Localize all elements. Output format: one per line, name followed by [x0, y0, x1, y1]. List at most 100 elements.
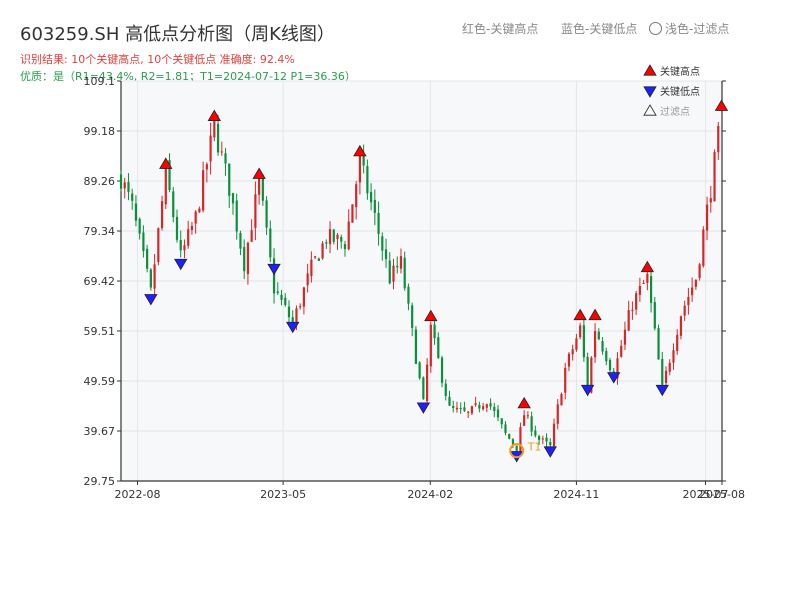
candle-body [336, 234, 339, 240]
candle-body [579, 325, 582, 338]
candle-body [261, 177, 264, 201]
candle-body [564, 367, 567, 393]
candle-body [265, 200, 268, 228]
candle-body [623, 329, 627, 345]
candle-body [463, 407, 466, 411]
candle-body [698, 264, 701, 278]
candle-body [459, 408, 462, 410]
candle-body [481, 406, 485, 410]
candle-body [452, 406, 455, 409]
candle-body [467, 411, 470, 413]
candle-body [157, 228, 160, 263]
y-tick-label: 79.34 [84, 225, 116, 238]
candle-body [358, 155, 362, 183]
candle-body [231, 193, 235, 204]
candle-body [396, 265, 399, 268]
candle-body [687, 296, 690, 306]
y-tick-label: 99.18 [84, 125, 116, 138]
candle-body [131, 193, 134, 201]
candle-body [392, 265, 395, 282]
candle-body [657, 328, 660, 360]
candle-body [702, 229, 705, 266]
candle-body [440, 357, 444, 383]
candle-body [258, 176, 261, 195]
candle-body [287, 306, 291, 318]
candle-body [164, 162, 167, 205]
candle-body [571, 349, 574, 355]
y-tick-label: 49.59 [84, 375, 116, 388]
legend-high-label: 关键高点 [660, 65, 700, 78]
candle-body [448, 396, 451, 406]
candle-body [209, 135, 212, 162]
candle-body [310, 259, 313, 277]
candle-body [433, 324, 436, 339]
candle-body [220, 151, 223, 153]
candle-body [235, 200, 238, 232]
candle-body [250, 230, 253, 242]
candle-body [653, 302, 656, 329]
candle-body [605, 351, 608, 362]
candle-body [284, 297, 287, 305]
candle-body [134, 203, 138, 221]
candle-body [172, 191, 175, 218]
candle-body [381, 236, 384, 251]
candle-body [489, 403, 492, 407]
candle-body [407, 286, 410, 304]
t1-label: T1 [527, 441, 542, 454]
candle-body [142, 232, 145, 252]
legend-high-icon [643, 64, 657, 76]
candle-body [608, 359, 612, 371]
candle-body [668, 362, 671, 372]
candle-body [299, 306, 302, 308]
candle-body [508, 434, 511, 439]
candle-body [496, 409, 500, 418]
candle-body [493, 406, 496, 412]
candle-body [627, 310, 630, 331]
y-tick-label: 39.67 [84, 425, 116, 438]
candle-body [384, 249, 388, 260]
candle-body [705, 204, 709, 231]
candle-body [455, 407, 459, 410]
candle-body [246, 242, 250, 274]
y-tick-label: 29.75 [84, 475, 116, 488]
candle-body [123, 182, 126, 189]
candle-body [213, 120, 216, 138]
candle-body [243, 247, 246, 272]
candle-body [534, 430, 537, 436]
candle-body [530, 416, 533, 432]
candle-body [597, 331, 600, 340]
candle-body [160, 201, 164, 229]
candle-body [470, 406, 473, 414]
candle-body [437, 337, 440, 359]
candle-body [567, 353, 571, 367]
candle-body [601, 341, 604, 352]
candle-body [582, 325, 585, 358]
y-tick-label: 69.42 [84, 275, 116, 288]
candle-body [638, 285, 641, 295]
candle-body [679, 316, 683, 336]
candle-body [444, 383, 447, 396]
candle-body [556, 404, 559, 424]
candle-body [269, 228, 272, 258]
candle-body [194, 211, 197, 224]
candle-body [183, 245, 186, 251]
candle-body [403, 257, 406, 289]
candle-body [306, 273, 309, 286]
legend-low-label: 关键低点 [660, 85, 700, 98]
candle-body [519, 427, 522, 453]
candle-body [149, 269, 152, 288]
candle-body [198, 208, 201, 213]
candle-body [280, 294, 283, 300]
candle-body [138, 218, 141, 234]
candle-body [664, 370, 668, 383]
candle-body [146, 248, 149, 269]
candle-body [649, 276, 653, 303]
candle-body [713, 152, 716, 202]
candle-body [314, 256, 317, 258]
candle-body [642, 282, 645, 284]
candle-body [560, 393, 563, 406]
candle-body [190, 225, 194, 231]
candle-body [717, 126, 720, 153]
candle-body [545, 437, 548, 442]
candle-body [332, 229, 335, 242]
